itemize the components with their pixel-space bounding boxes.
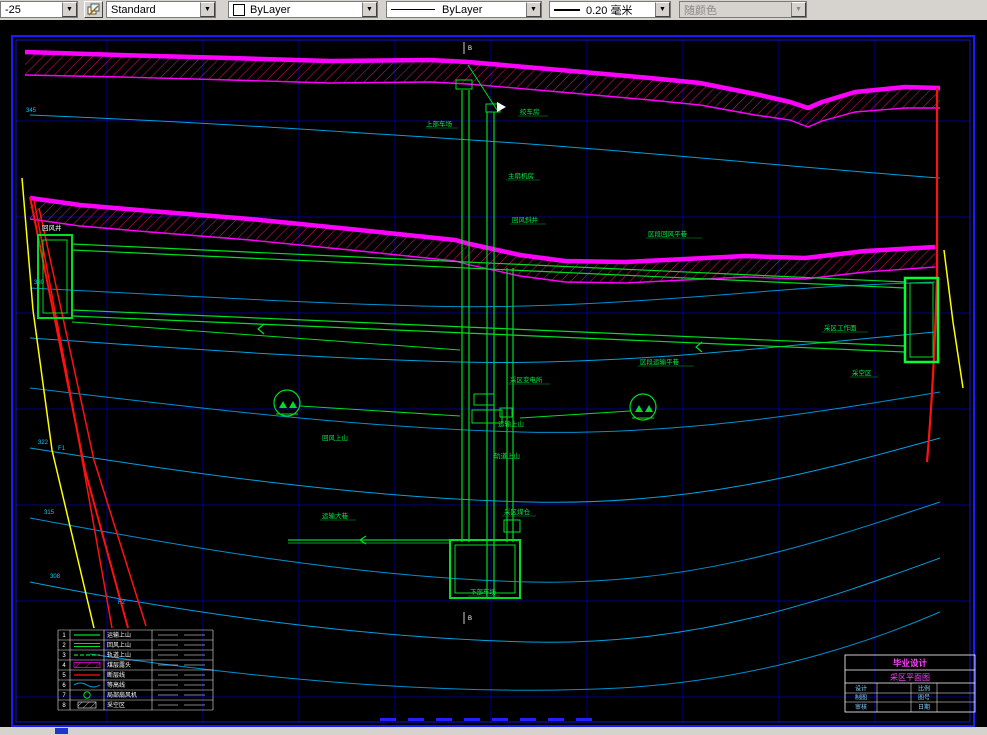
label-substation: 采区变电所: [510, 375, 543, 384]
title-block-field: 日期: [918, 703, 930, 711]
fault-label: F2: [118, 600, 126, 606]
scale-dashes: [380, 718, 592, 721]
lineweight-combo-arrow-icon[interactable]: ▼: [655, 2, 670, 17]
title-block-project: 毕业设计: [893, 658, 928, 668]
layer-icon: [87, 3, 100, 16]
fan-symbol-right: [629, 393, 657, 421]
legend-row-no: 8: [62, 703, 66, 709]
label-district-haulage: 区段运输平巷: [640, 357, 680, 366]
cad-application-window: -25 ▼ Standard ▼ ByLayer ▼ ByLayer ▼ 0.2: [0, 0, 987, 735]
legend-row-name: 采空区: [107, 701, 125, 709]
contour-lines: [29, 114, 941, 691]
label-return-incline: 回风斜井: [512, 215, 539, 224]
direction-arrow-icon: [257, 323, 265, 335]
section-marker-top: B: [468, 46, 472, 52]
contour-label: 308: [50, 574, 61, 580]
color-combo-arrow-icon[interactable]: ▼: [362, 2, 377, 17]
linetype-combo-value: ByLayer: [442, 3, 483, 16]
grid-layer: [16, 40, 970, 722]
legend-row-no: 7: [62, 693, 66, 699]
legend-row-name: 断层线: [107, 671, 125, 679]
legend-row-no: 4: [62, 663, 66, 669]
properties-toolbar: -25 ▼ Standard ▼ ByLayer ▼ ByLayer ▼ 0.2: [0, 0, 987, 21]
label-winch-house: 绞车房: [520, 107, 540, 116]
text-style-combo-arrow-icon[interactable]: ▼: [200, 2, 215, 17]
drawing-frame: [11, 35, 975, 727]
lineweight-preview-icon: [554, 8, 580, 11]
contour-label-texts: 345 330 322 315 308 F1 F2: [26, 108, 126, 606]
label-goaf: 采空区: [852, 368, 872, 377]
make-object-layer-current-button[interactable]: [84, 1, 103, 18]
legend-row-no: 6: [62, 683, 66, 689]
legend-row-name: 煤层露头: [107, 661, 131, 669]
scroll-indicator[interactable]: [55, 728, 68, 734]
linetype-combo[interactable]: ByLayer ▼: [386, 1, 542, 18]
fan-symbol-left: [273, 389, 301, 417]
layer-combo-arrow-icon[interactable]: ▼: [62, 2, 77, 17]
title-block-field: 制图: [855, 694, 867, 702]
legend-row-no: 1: [62, 633, 66, 639]
plot-style-combo-arrow-icon: ▼: [791, 2, 806, 17]
title-block-field: 比例: [918, 685, 930, 693]
text-style-combo[interactable]: Standard ▼: [106, 1, 216, 18]
color-combo-value: ByLayer: [250, 3, 291, 16]
shaft-portal-flag: [497, 102, 506, 112]
boundary-lines-yellow: [21, 177, 964, 629]
label-main-haulage: 运输大巷: [322, 511, 349, 520]
bottom-scroll-strip[interactable]: [0, 727, 987, 735]
fault-lines-red: [29, 88, 939, 629]
text-style-combo-value: Standard: [111, 3, 156, 16]
legend-row-name: 轨道上山: [107, 651, 131, 659]
legend-row-name: 回风上山: [107, 641, 131, 649]
layer-combo[interactable]: -25 ▼: [0, 1, 78, 18]
contour-label: 315: [44, 510, 55, 516]
title-block-field: 审核: [855, 703, 867, 711]
lineweight-combo-value: 0.20 毫米: [586, 4, 633, 17]
contour-label: 330: [34, 280, 45, 286]
title-block-field: 设计: [855, 685, 867, 693]
linetype-preview-icon: [391, 9, 435, 10]
fault-label: F1: [58, 446, 66, 452]
mine-workings-green: [37, 64, 940, 599]
label-main-fan: 主扇机房: [508, 171, 534, 180]
label-upper-yard: 上部车场: [426, 119, 453, 128]
title-block-drawing-title: 采区平面图: [890, 672, 930, 682]
title-block-field: 图号: [918, 695, 930, 702]
label-return-rise: 回风上山: [322, 433, 348, 442]
label-district-return: 区段回风平巷: [648, 229, 688, 238]
section-marker-bottom: B: [468, 616, 472, 622]
layer-combo-value: -25: [5, 3, 21, 16]
legend-row-no: 5: [62, 673, 66, 679]
linetype-combo-arrow-icon[interactable]: ▼: [526, 2, 541, 17]
label-return-shaft: 回风井: [42, 223, 62, 232]
label-track-rise: 轨道上山: [494, 451, 520, 460]
legend-row-name: 运输上山: [107, 631, 131, 639]
plot-style-combo-value: 随颜色: [684, 4, 717, 17]
contour-label: 322: [38, 440, 49, 446]
lineweight-combo[interactable]: 0.20 毫米 ▼: [549, 1, 671, 18]
label-working-face: 采区工作面: [824, 323, 857, 332]
legend-row-no: 3: [62, 653, 66, 659]
title-block: 毕业设计 采区平面图 设计 制图 审核 比例 图号 日期: [844, 654, 976, 713]
legend-row-name: 局部扇风机: [107, 691, 137, 699]
label-haulage-rise: 运输上山: [498, 419, 524, 428]
label-lower-yard: 下部车场: [470, 587, 497, 596]
plot-style-combo: 随颜色 ▼: [679, 1, 807, 18]
drawing-area[interactable]: 上部车场 绞车房 主扇机房 回风斜井 区段回风平巷 区段运输平巷 采区工作面 采…: [0, 20, 987, 727]
contour-label: 345: [26, 108, 37, 114]
label-coal-bunker: 采区煤仓: [504, 507, 531, 516]
legend-table: 1 2 3 4 5 6 7 8 运输上山 回风上山 轨道上山 煤层露头 断层线 …: [57, 629, 214, 711]
drawing-labels: 上部车场 绞车房 主扇机房 回风斜井 区段回风平巷 区段运输平巷 采区工作面 采…: [42, 107, 878, 597]
color-combo[interactable]: ByLayer ▼: [228, 1, 378, 18]
current-color-swatch: [233, 3, 245, 16]
legend-row-no: 2: [62, 643, 66, 649]
legend-row-name: 等高线: [107, 681, 125, 689]
